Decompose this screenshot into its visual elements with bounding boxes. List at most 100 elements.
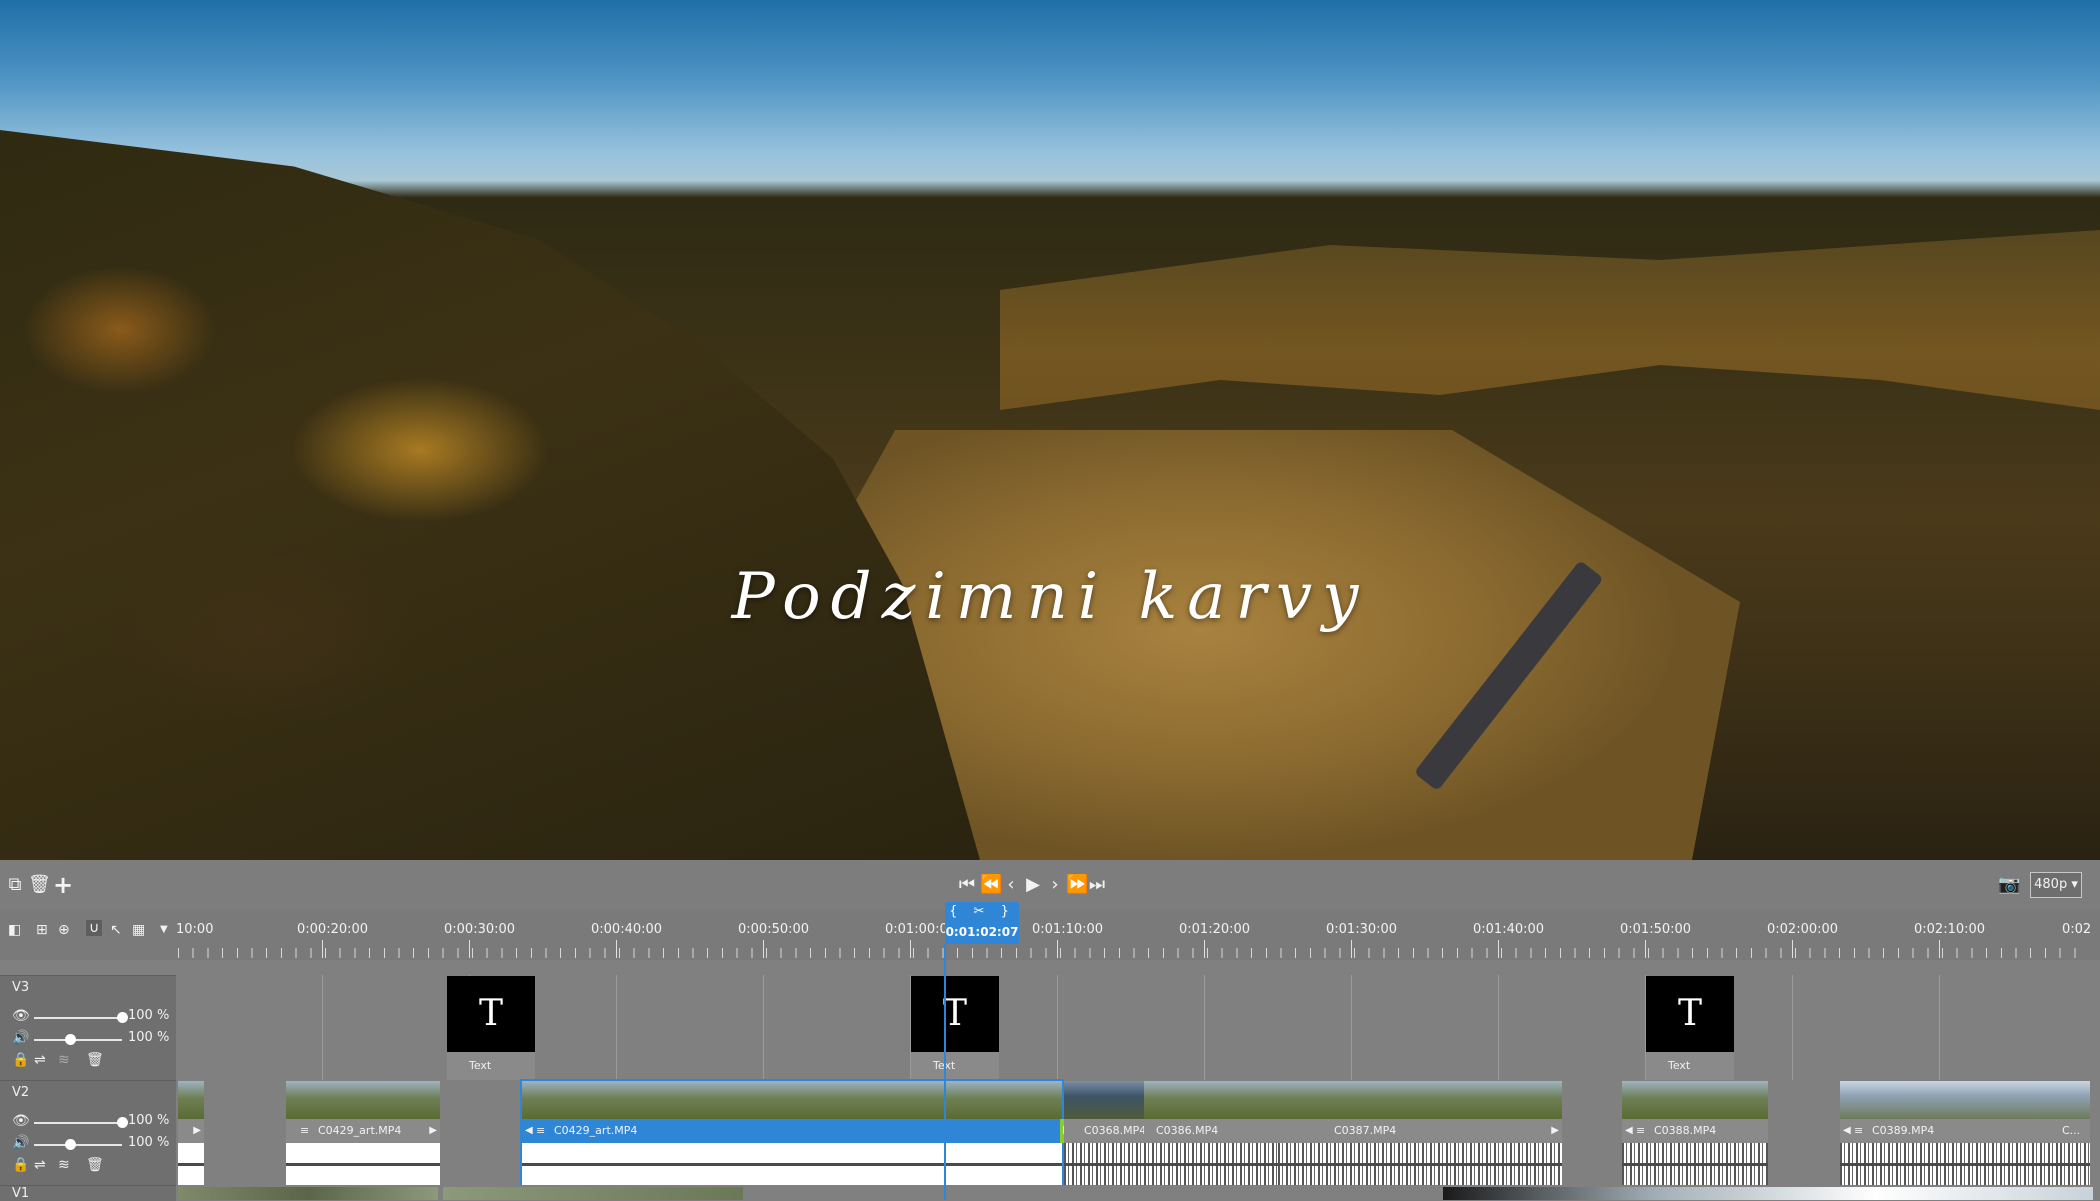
- add-audio-icon[interactable]: ⊕: [58, 922, 70, 938]
- play-icon[interactable]: ▶: [1024, 872, 1042, 898]
- ruler-major-tick: [1057, 940, 1058, 958]
- text-clip[interactable]: T Text: [447, 976, 535, 1080]
- slider-track: [34, 1039, 122, 1041]
- text-clip-thumbnail: T: [447, 976, 535, 1052]
- ruler-label: 0:00:20:00: [297, 922, 369, 937]
- slider-knob[interactable]: [65, 1034, 77, 1045]
- clip-name: C0387.MP4: [1278, 1119, 1562, 1143]
- playhead-cut-icons[interactable]: { ✂ }: [945, 904, 1019, 919]
- clip-arrow-left-icon[interactable]: ◀: [1625, 1119, 1633, 1143]
- grid-line: [1351, 975, 1352, 1080]
- eye-icon[interactable]: 👁: [12, 1113, 30, 1129]
- plus-icon[interactable]: +: [52, 872, 74, 898]
- link-icon[interactable]: ⇌: [34, 1052, 46, 1068]
- add-track-icon[interactable]: ⊞: [36, 922, 48, 938]
- slider-knob[interactable]: [65, 1139, 77, 1150]
- volume-slider-v2[interactable]: 🔊 100 %: [10, 1135, 176, 1153]
- trash-icon[interactable]: 🗑: [28, 872, 51, 898]
- next-clip-icon[interactable]: ⏩: [1066, 872, 1088, 898]
- clip-waveform: [1840, 1143, 2060, 1185]
- lock-icon[interactable]: 🔒: [12, 1157, 29, 1173]
- multi-tool-icon[interactable]: ▦: [132, 922, 145, 938]
- clip-waveform: [1064, 1143, 1144, 1185]
- video-clip[interactable]: C0429_art.MP4 ≡ ▶: [286, 1081, 440, 1185]
- video-clip[interactable]: [178, 1187, 438, 1200]
- slider-track: [34, 1144, 122, 1146]
- playhead-timecode: 0:01:02:07: [945, 925, 1019, 939]
- opacity-slider-v3[interactable]: 👁 100 %: [10, 1008, 176, 1026]
- volume-slider-v3[interactable]: 🔊 100 %: [10, 1030, 176, 1048]
- video-clip[interactable]: C...: [2060, 1081, 2090, 1185]
- text-clip[interactable]: T Text: [1646, 976, 1734, 1080]
- clip-thumbnails: [1622, 1081, 1768, 1119]
- video-clip[interactable]: [443, 1187, 743, 1200]
- magnet-icon[interactable]: ∪: [86, 920, 103, 936]
- video-clip[interactable]: C0386.MP4: [1144, 1081, 1278, 1185]
- speaker-icon[interactable]: 🔊: [12, 1135, 29, 1151]
- track-header-v2[interactable]: V2 👁 100 % 🔊 100 % 🔒 ⇌ ≋ 🗑: [0, 1080, 176, 1186]
- volume-value: 100 %: [128, 1030, 170, 1045]
- clip-arrow-left-icon[interactable]: ◀: [525, 1119, 533, 1143]
- clip-name: C0389.MP4: [1840, 1119, 2060, 1143]
- select-tool-icon[interactable]: ↖: [110, 922, 122, 938]
- speaker-icon[interactable]: 🔊: [12, 1030, 29, 1046]
- clip-thumbnails: [2060, 1081, 2090, 1119]
- volume-value: 100 %: [128, 1135, 170, 1150]
- step-forward-icon[interactable]: ›: [1046, 872, 1064, 898]
- track-header-v1[interactable]: V1: [0, 1185, 176, 1201]
- clip-name: C0429_art.MP4: [522, 1119, 1062, 1143]
- text-clip[interactable]: T Text: [911, 976, 999, 1080]
- playhead-line[interactable]: [944, 944, 946, 1200]
- copy-icon[interactable]: ⧉: [6, 872, 24, 898]
- video-clip[interactable]: C0389.MP4 ◀ ≡: [1840, 1081, 2060, 1185]
- ruler-label: 0:01:20:00: [1179, 922, 1251, 937]
- ruler-major-tick: [1939, 940, 1940, 958]
- video-clip-selected[interactable]: C0429_art.MP4 ◀ ≡: [520, 1079, 1064, 1187]
- ruler-major-tick: [763, 940, 764, 958]
- video-clip[interactable]: C0368.MP4: [1064, 1081, 1144, 1185]
- audio-wave-icon[interactable]: ≋: [58, 1157, 70, 1173]
- opacity-slider-v2[interactable]: 👁 100 %: [10, 1113, 176, 1131]
- track-v1[interactable]: [178, 1185, 2100, 1200]
- trash-icon[interactable]: 🗑: [86, 1157, 104, 1173]
- clip-menu-icon[interactable]: ≡: [1854, 1119, 1863, 1143]
- track-name: V3: [12, 980, 30, 995]
- video-clip[interactable]: C0388.MP4 ◀ ≡: [1622, 1081, 1768, 1185]
- skip-start-icon[interactable]: ⏮: [958, 872, 976, 898]
- slider-knob[interactable]: [116, 1012, 128, 1023]
- clip-arrow-right-icon[interactable]: ▶: [429, 1119, 437, 1143]
- audio-wave-icon[interactable]: ≋: [58, 1052, 70, 1068]
- clip-name: C0368.MP4: [1064, 1119, 1144, 1143]
- ruler-label: 0:01:30:00: [1326, 922, 1398, 937]
- step-back-icon[interactable]: ‹: [1002, 872, 1020, 898]
- clip-arrow-right-icon[interactable]: ▶: [1551, 1119, 1559, 1143]
- clip-menu-icon[interactable]: ≡: [536, 1119, 545, 1143]
- track-v3[interactable]: T Text T Text T Text: [178, 975, 2100, 1080]
- track-v2[interactable]: ▶ C0429_art.MP4 ≡ ▶ C0429_art.MP4 ◀ ≡ N …: [178, 1079, 2100, 1187]
- trash-icon[interactable]: 🗑: [86, 1052, 104, 1068]
- slider-knob[interactable]: [116, 1117, 128, 1128]
- camera-icon[interactable]: 📷: [1998, 872, 2020, 898]
- clip-menu-icon[interactable]: ≡: [300, 1119, 309, 1143]
- video-clip[interactable]: ▶: [178, 1081, 204, 1185]
- track-header-v3[interactable]: V3 👁 100 % 🔊 100 % 🔒 ⇌ ≋ 🗑: [0, 975, 176, 1081]
- eye-icon[interactable]: 👁: [12, 1008, 30, 1024]
- text-clip-label: Text: [1668, 1059, 1691, 1072]
- clip-waveform: [522, 1143, 1062, 1185]
- clip-arrow-left-icon[interactable]: ◀: [1843, 1119, 1851, 1143]
- text-clip-thumbnail: T: [1646, 976, 1734, 1052]
- layout-icon[interactable]: ◧: [8, 922, 21, 938]
- clip-arrow-right-icon[interactable]: ▶: [193, 1119, 201, 1143]
- lock-icon[interactable]: 🔒: [12, 1052, 29, 1068]
- ruler-label: 0:00:40:00: [591, 922, 663, 937]
- ruler-ticks: [178, 948, 2088, 958]
- resolution-select[interactable]: 480p ▾: [2030, 872, 2082, 898]
- clip-menu-icon[interactable]: ≡: [1636, 1119, 1645, 1143]
- video-clip[interactable]: C0387.MP4 ▶: [1278, 1081, 1562, 1185]
- video-clip[interactable]: [1443, 1187, 2093, 1200]
- skip-end-icon[interactable]: ⏭: [1088, 872, 1106, 898]
- link-icon[interactable]: ⇌: [34, 1157, 46, 1173]
- dropdown-icon[interactable]: ▼: [160, 924, 168, 935]
- prev-clip-icon[interactable]: ⏪: [980, 872, 1002, 898]
- ruler-major-tick: [616, 940, 617, 958]
